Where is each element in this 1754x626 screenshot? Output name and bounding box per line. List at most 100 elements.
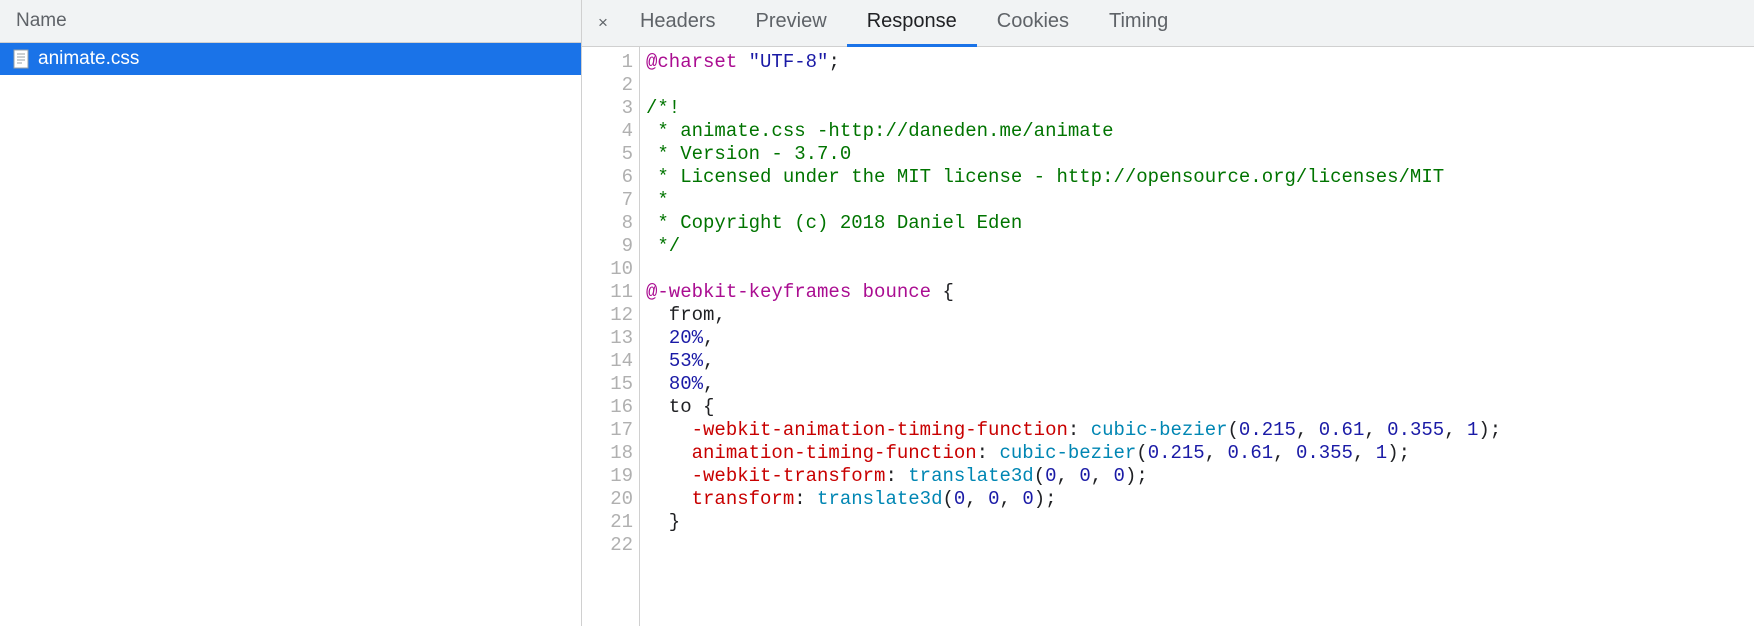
line-number: 1 [602, 51, 633, 74]
code-token: , [1057, 465, 1080, 487]
line-number: 12 [602, 304, 633, 327]
code-token: */ [646, 235, 680, 257]
code-token: /*! [646, 97, 680, 119]
line-number: 4 [602, 120, 633, 143]
code-token: animation-timing-function [692, 442, 977, 464]
code-token: 0 [1022, 488, 1033, 510]
code-line[interactable]: } [646, 511, 1748, 534]
code-token: ; [828, 51, 839, 73]
code-token: , [1444, 419, 1467, 441]
code-token: ( [1034, 465, 1045, 487]
code-token: 1 [1376, 442, 1387, 464]
line-number: 2 [602, 74, 633, 97]
code-token: 53% [669, 350, 703, 372]
code-line[interactable]: /*! [646, 97, 1748, 120]
line-number: 22 [602, 534, 633, 557]
tab-response[interactable]: Response [847, 0, 977, 47]
code-token: 0.61 [1319, 419, 1365, 441]
code-token: : [794, 488, 817, 510]
code-token: ); [1125, 465, 1148, 487]
line-number: 7 [602, 189, 633, 212]
code-line[interactable]: * Licensed under the MIT license - http:… [646, 166, 1748, 189]
code-token: * [646, 189, 669, 211]
code-token: , [1353, 442, 1376, 464]
details-panel: × HeadersPreviewResponseCookiesTiming 12… [582, 0, 1754, 626]
code-token: 80% [669, 373, 703, 395]
code-line[interactable]: from, [646, 304, 1748, 327]
code-token: -webkit-transform [692, 465, 886, 487]
code-token: 0.355 [1296, 442, 1353, 464]
code-token: 0 [1045, 465, 1056, 487]
code-line[interactable]: * Version - 3.7.0 [646, 143, 1748, 166]
code-token [646, 327, 669, 349]
line-number: 17 [602, 419, 633, 442]
line-number: 19 [602, 465, 633, 488]
code-token: , [1296, 419, 1319, 441]
code-token: ); [1387, 442, 1410, 464]
code-token: , [1205, 442, 1228, 464]
code-line[interactable]: @charset "UTF-8"; [646, 51, 1748, 74]
tab-cookies[interactable]: Cookies [977, 0, 1089, 47]
code-token: ); [1478, 419, 1501, 441]
code-token: ( [942, 488, 953, 510]
code-token: , [1273, 442, 1296, 464]
code-line[interactable]: to { [646, 396, 1748, 419]
code-token: from, [646, 304, 726, 326]
code-token: cubic-bezier [999, 442, 1136, 464]
line-number: 6 [602, 166, 633, 189]
tab-headers[interactable]: Headers [620, 0, 736, 47]
line-number: 11 [602, 281, 633, 304]
code-token: @charset [646, 51, 749, 73]
code-token: 0.215 [1239, 419, 1296, 441]
tab-timing[interactable]: Timing [1089, 0, 1188, 47]
code-token [646, 442, 692, 464]
line-number: 18 [602, 442, 633, 465]
code-token: ( [1136, 442, 1147, 464]
line-number: 16 [602, 396, 633, 419]
line-number: 3 [602, 97, 633, 120]
code-line[interactable]: 80%, [646, 373, 1748, 396]
code-line[interactable]: transform: translate3d(0, 0, 0); [646, 488, 1748, 511]
code-line[interactable] [646, 74, 1748, 97]
code-line[interactable] [646, 534, 1748, 557]
code-token: * Version - 3.7.0 [646, 143, 851, 165]
code-line[interactable]: * Copyright (c) 2018 Daniel Eden [646, 212, 1748, 235]
code-token: 0 [1079, 465, 1090, 487]
document-icon [12, 48, 30, 70]
code-content[interactable]: @charset "UTF-8"; /*! * animate.css -htt… [640, 47, 1754, 626]
code-token: 0.355 [1387, 419, 1444, 441]
code-line[interactable]: -webkit-transform: translate3d(0, 0, 0); [646, 465, 1748, 488]
file-item[interactable]: animate.css [0, 43, 581, 75]
line-number: 14 [602, 350, 633, 373]
code-line[interactable]: 20%, [646, 327, 1748, 350]
code-token: * Licensed under the MIT license - http:… [646, 166, 1444, 188]
code-line[interactable] [646, 258, 1748, 281]
line-number: 5 [602, 143, 633, 166]
code-token: : [977, 442, 1000, 464]
line-number: 20 [602, 488, 633, 511]
code-token: , [965, 488, 988, 510]
code-line[interactable]: * animate.css -http://daneden.me/animate [646, 120, 1748, 143]
tab-preview[interactable]: Preview [736, 0, 847, 47]
code-token [646, 465, 692, 487]
code-token: * Copyright (c) 2018 Daniel Eden [646, 212, 1022, 234]
code-line[interactable]: 53%, [646, 350, 1748, 373]
line-number: 10 [602, 258, 633, 281]
code-line[interactable]: @-webkit-keyframes bounce { [646, 281, 1748, 304]
code-line[interactable]: */ [646, 235, 1748, 258]
code-token: , [1364, 419, 1387, 441]
code-token: 0 [1114, 465, 1125, 487]
name-column-header[interactable]: Name [0, 0, 581, 43]
line-number: 13 [602, 327, 633, 350]
code-line[interactable]: -webkit-animation-timing-function: cubic… [646, 419, 1748, 442]
line-number: 21 [602, 511, 633, 534]
code-line[interactable]: * [646, 189, 1748, 212]
code-token: transform [692, 488, 795, 510]
code-token: 0 [988, 488, 999, 510]
response-code-container[interactable]: 12345678910111213141516171819202122 @cha… [582, 47, 1754, 626]
code-token: , [703, 350, 714, 372]
tabs-header: × HeadersPreviewResponseCookiesTiming [582, 0, 1754, 47]
code-token: : [1068, 419, 1091, 441]
code-line[interactable]: animation-timing-function: cubic-bezier(… [646, 442, 1748, 465]
close-icon[interactable]: × [586, 5, 620, 41]
